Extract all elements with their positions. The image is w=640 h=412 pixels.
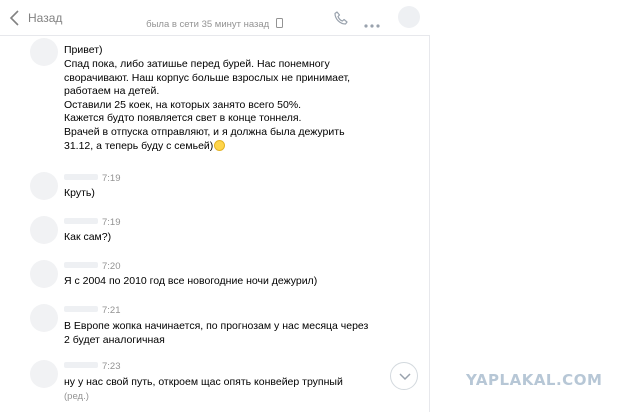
message-line: 31.12, а теперь буду с семьей)	[64, 140, 214, 152]
message-line: Я с 2004 по 2010 год все новогодние ночи…	[64, 275, 318, 287]
message-line: работаем на детей.	[64, 85, 160, 97]
avatar	[30, 38, 58, 66]
message-meta: 7:20	[64, 261, 121, 273]
message-time: 7:19	[102, 173, 121, 184]
phone-icon[interactable]	[333, 10, 349, 26]
message-line: Привет)	[64, 44, 103, 56]
message-time: 7:21	[102, 305, 121, 316]
page-background	[431, 0, 640, 412]
message-meta: 7:23	[64, 361, 121, 373]
sender-name[interactable]	[64, 218, 98, 224]
message-line: 2 будет аналогичная	[64, 334, 165, 346]
message-line-last: 31.12, а теперь буду с семьей)	[64, 140, 226, 154]
message-line: Кажется будто появляется свет в конце то…	[64, 112, 302, 124]
sender-name[interactable]	[64, 362, 98, 368]
message-line: Круть)	[64, 187, 95, 199]
watermark: YAPLAKAL.COM	[466, 371, 603, 389]
message-line: Врачей в отпуска отправляют, и я должна …	[64, 126, 345, 138]
scroll-down-button[interactable]	[390, 362, 418, 390]
contact-avatar[interactable]	[398, 6, 420, 28]
avatar	[30, 304, 58, 332]
message-list: Привет) Спад пока, либо затишье перед бу…	[0, 36, 430, 412]
message-line: Спад пока, либо затишье перед бурей. Нас…	[64, 58, 330, 70]
message-line: Как сам?)	[64, 231, 112, 243]
message-line: ну у нас свой путь, откроем щас опять ко…	[64, 376, 343, 388]
sender-name[interactable]	[64, 306, 98, 312]
message-meta: 7:19	[64, 217, 121, 229]
sender-name[interactable]	[64, 262, 98, 268]
message-line: В Европе жопка начинается, по прогнозам …	[64, 320, 369, 332]
chat-header: Назад была в сети 35 минут назад	[0, 0, 430, 36]
message-meta: 7:19	[64, 173, 121, 185]
avatar	[30, 260, 58, 288]
message-time: 7:19	[102, 217, 121, 228]
more-dots-icon[interactable]	[364, 15, 380, 28]
chevron-down-icon	[399, 373, 411, 381]
edited-label: (ред.)	[64, 391, 89, 402]
avatar	[30, 216, 58, 244]
message-time: 7:23	[102, 361, 121, 372]
avatar	[30, 172, 58, 200]
avatar	[30, 360, 58, 388]
sender-name[interactable]	[64, 174, 98, 180]
message-line: Оставили 25 коек, на которых занято всег…	[64, 99, 302, 111]
mobile-phone-icon	[275, 18, 284, 28]
message-time: 7:20	[102, 261, 121, 272]
message-line: сворачивают. Наш корпус больше взрослых …	[64, 72, 351, 84]
smiling-face-emoji-icon	[214, 140, 226, 151]
chat-panel: Назад была в сети 35 минут назад Привет)…	[0, 0, 430, 412]
contact-status-text: была в сети 35 минут назад	[146, 19, 270, 30]
message-meta: 7:21	[64, 305, 121, 317]
